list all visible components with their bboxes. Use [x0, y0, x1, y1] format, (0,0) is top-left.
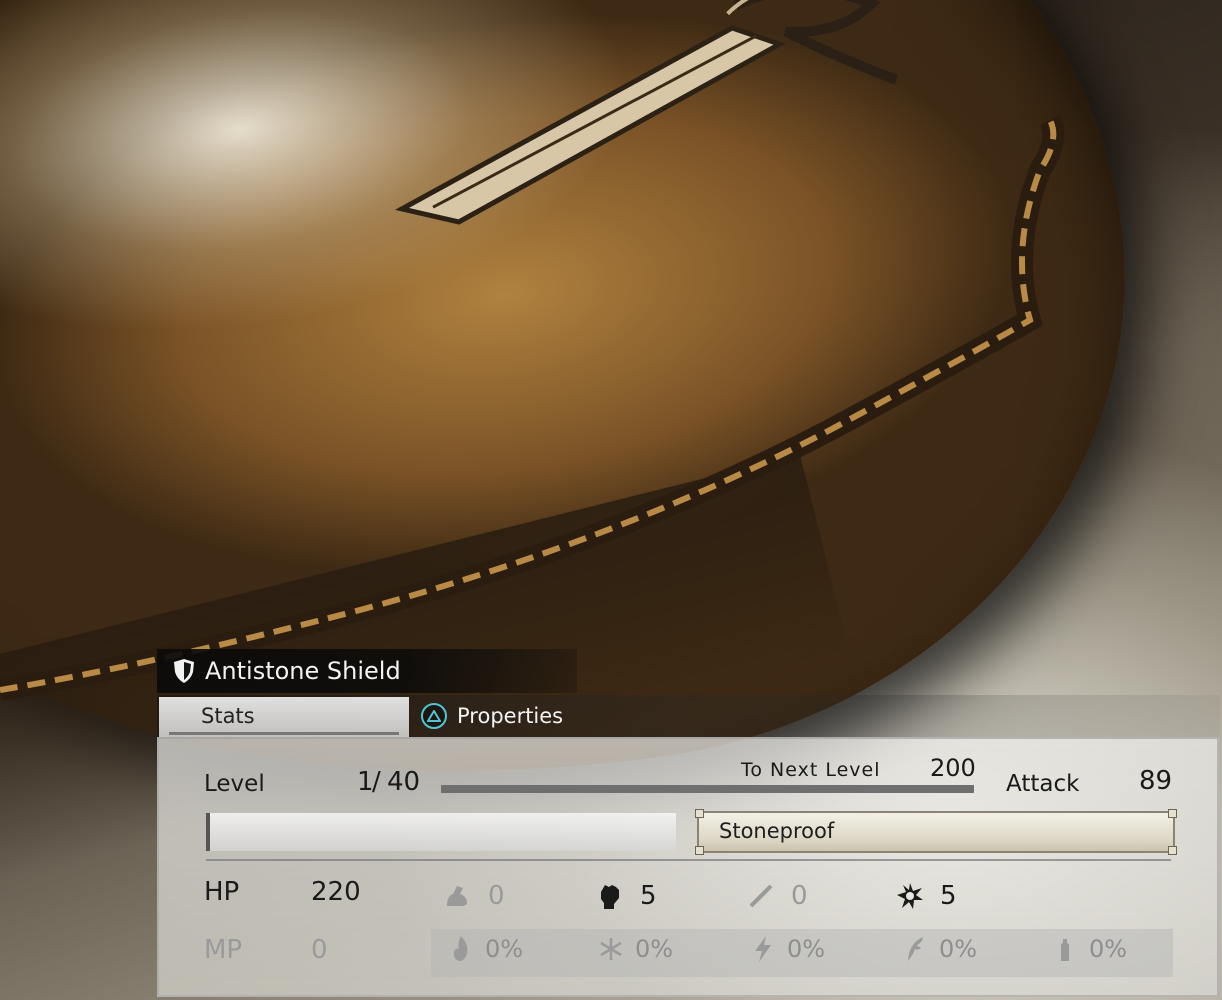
to-next-level-label: To Next Level — [741, 759, 881, 781]
resistance-fire: 0% — [449, 935, 523, 963]
tab-properties[interactable]: Properties — [421, 701, 563, 731]
resistance-value: 0% — [787, 935, 826, 963]
ability-slot-stoneproof[interactable]: Stoneproof — [695, 809, 1177, 855]
resistance-value: 0% — [939, 935, 978, 963]
resistance-stone: 0% — [1053, 935, 1127, 963]
tab-bar: Stats Properties — [157, 695, 1220, 737]
slash-icon — [749, 884, 773, 908]
tab-stats-label: Stats — [201, 704, 255, 728]
resistance-ice: 0% — [599, 935, 673, 963]
item-title-bar: Antistone Shield — [157, 649, 577, 693]
item-name: Antistone Shield — [205, 657, 401, 685]
ice-icon — [600, 938, 622, 960]
resistance-row: 0% 0% 0% 0% 0% — [431, 929, 1173, 977]
hp-label: HP — [204, 877, 240, 907]
resistance-lightning: 0% — [751, 935, 825, 963]
slot-corner — [695, 846, 704, 855]
level-separator: / — [372, 767, 381, 797]
tab-stats[interactable]: Stats — [159, 697, 409, 737]
strength-arm-icon — [447, 886, 467, 906]
slot-corner — [1168, 809, 1177, 818]
resistance-value: 0% — [635, 935, 674, 963]
resistance-value: 0% — [485, 935, 524, 963]
tab-active-underline — [169, 732, 399, 735]
to-next-level-value: 200 — [930, 754, 976, 782]
resistance-value: 0% — [1089, 935, 1128, 963]
shield-icon — [174, 659, 194, 683]
level-max: 40 — [387, 767, 421, 797]
ability-slot-empty[interactable] — [206, 813, 676, 851]
attack-value: 89 — [1139, 766, 1173, 796]
attribute-value: 0 — [488, 881, 505, 911]
mp-value: 0 — [311, 935, 328, 965]
lightning-icon — [755, 936, 771, 962]
section-divider — [206, 859, 1171, 861]
fist-icon — [601, 885, 619, 909]
tab-properties-label: Properties — [457, 704, 564, 728]
attribute-value: 5 — [940, 881, 957, 911]
mp-label: MP — [204, 935, 243, 965]
attribute-value: 5 — [640, 881, 657, 911]
attribute-value: 0 — [791, 881, 808, 911]
stone-icon — [1061, 939, 1069, 961]
spirit-burst-icon — [897, 883, 923, 909]
xp-progress-bar — [441, 785, 974, 793]
triangle-button-icon — [421, 703, 447, 729]
slot-corner — [1168, 846, 1177, 855]
level-label: Level — [204, 771, 265, 797]
slot-corner — [695, 809, 704, 818]
stats-panel: Level 1 / 40 To Next Level 200 Attack 89… — [157, 737, 1219, 997]
resistance-wind: 0% — [903, 935, 977, 963]
wind-icon — [908, 937, 923, 961]
fire-icon — [453, 936, 468, 961]
hp-value: 220 — [311, 877, 361, 907]
attack-label: Attack — [1006, 771, 1080, 797]
ability-name: Stoneproof — [719, 819, 835, 843]
